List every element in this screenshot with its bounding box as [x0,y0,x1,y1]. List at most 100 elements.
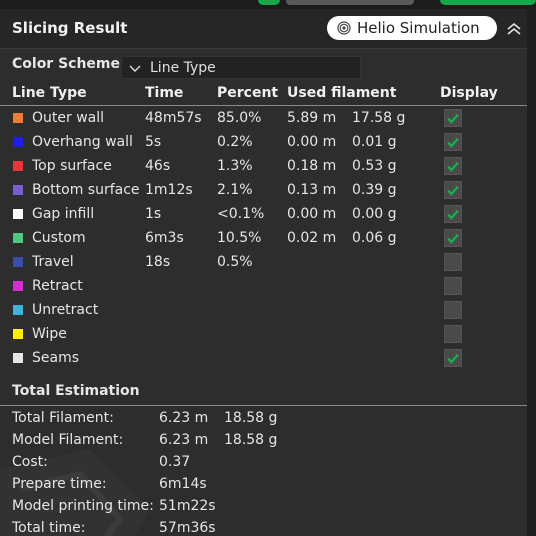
estimation-value: 6.23 m [159,410,209,426]
double-chevron-up-icon[interactable] [504,19,524,39]
table-row: Top surface 46s 1.3% 0.18 m 0.53 g [0,154,527,178]
checkmark-icon [447,185,459,196]
estimation-label: Total time: [12,520,86,536]
column-line-type: Line Type [12,85,87,101]
checkmark-icon [447,209,459,220]
line-type-length: 5.89 m [287,110,337,126]
display-checkbox[interactable] [444,277,462,295]
color-scheme-value: Line Type [150,59,216,76]
estimation-row: Total time: 57m36s [0,518,527,536]
line-type-percent: 2.1% [217,182,253,198]
line-type-percent: 1.3% [217,158,253,174]
table-row: Bottom surface 1m12s 2.1% 0.13 m 0.39 g [0,178,527,202]
table-row: Unretract [0,298,527,322]
line-type-length: 0.00 m [287,134,337,150]
line-type-name: Travel [32,254,74,270]
toolbar-tab-green-right[interactable] [440,0,536,5]
line-type-weight: 0.00 g [352,206,397,222]
table-row: Outer wall 48m57s 85.0% 5.89 m 17.58 g [0,106,527,130]
line-type-weight: 0.39 g [352,182,397,198]
line-type-percent: 10.5% [217,230,262,246]
line-type-time: 6m3s [145,230,184,246]
display-checkbox[interactable] [444,301,462,319]
line-type-percent: 0.2% [217,134,253,150]
divider [0,405,527,406]
table-row: Wipe [0,322,527,346]
line-type-name: Outer wall [32,110,105,126]
line-type-color-swatch [13,161,23,171]
line-type-time: 46s [145,158,171,174]
estimation-label: Cost: [12,454,48,470]
line-type-color-swatch [13,257,23,267]
estimation-row: Total Filament: 6.23 m 18.58 g [0,408,527,430]
estimation-row: Prepare time: 6m14s [0,474,527,496]
checkmark-icon [447,233,459,244]
column-time: Time [145,85,184,101]
line-type-color-swatch [13,281,23,291]
toolbar-tab-grey[interactable] [286,0,414,5]
line-type-time: 5s [145,134,162,150]
line-type-time: 18s [145,254,171,270]
line-type-color-swatch [13,209,23,219]
display-checkbox[interactable] [444,205,462,223]
line-type-percent: 0.5% [217,254,253,270]
line-type-weight: 0.53 g [352,158,397,174]
line-type-color-swatch [13,185,23,195]
display-checkbox[interactable] [444,109,462,127]
display-checkbox[interactable] [444,181,462,199]
column-display: Display [440,85,498,101]
checkmark-icon [447,353,459,364]
checkmark-icon [447,161,459,172]
line-type-weight: 17.58 g [352,110,406,126]
estimation-value: 6.23 m [159,432,209,448]
line-type-color-swatch [13,305,23,315]
slicing-result-panel: Slicing Result Helio Simulation Color Sc… [0,9,527,536]
display-checkbox[interactable] [444,133,462,151]
scrollbar[interactable] [527,9,536,536]
top-toolbar-strip [0,0,536,9]
line-type-name: Bottom surface [32,182,140,198]
line-type-percent: 85.0% [217,110,262,126]
line-type-name: Top surface [32,158,112,174]
helio-simulation-label: Helio Simulation [357,19,480,37]
display-checkbox[interactable] [444,349,462,367]
estimation-value: 6m14s [159,476,207,492]
table-row: Retract [0,274,527,298]
line-type-length: 0.13 m [287,182,337,198]
line-type-time: 48m57s [145,110,202,126]
estimation-label: Total Filament: [12,410,114,426]
line-type-time: 1m12s [145,182,193,198]
line-type-length: 0.00 m [287,206,337,222]
display-checkbox[interactable] [444,325,462,343]
line-type-name: Gap infill [32,206,95,222]
chevron-down-icon [129,65,141,72]
line-type-table: Outer wall 48m57s 85.0% 5.89 m 17.58 g O… [0,106,527,370]
line-type-name: Wipe [32,326,67,342]
estimation-row: Model Filament: 6.23 m 18.58 g [0,430,527,452]
display-checkbox[interactable] [444,229,462,247]
helio-simulation-button[interactable]: Helio Simulation [327,16,497,40]
line-type-color-swatch [13,329,23,339]
estimation-label: Model printing time: [12,498,154,514]
line-type-color-swatch [13,353,23,363]
estimation-value: 0.37 [159,454,191,470]
line-type-length: 0.02 m [287,230,337,246]
column-used-filament: Used filament [287,85,397,101]
line-type-name: Unretract [32,302,99,318]
display-checkbox[interactable] [444,157,462,175]
display-checkbox[interactable] [444,253,462,271]
panel-header: Slicing Result Helio Simulation [0,9,527,49]
table-row: Overhang wall 5s 0.2% 0.00 m 0.01 g [0,130,527,154]
total-estimation-list: Total Filament: 6.23 m 18.58 g Model Fila… [0,408,527,536]
estimation-label: Prepare time: [12,476,107,492]
line-type-time: 1s [145,206,162,222]
toolbar-tab-green[interactable] [258,0,280,5]
estimation-row: Model printing time: 51m22s [0,496,527,518]
line-type-color-swatch [13,113,23,123]
estimation-extra: 18.58 g [224,432,278,448]
table-row: Gap infill 1s <0.1% 0.00 m 0.00 g [0,202,527,226]
estimation-value: 51m22s [159,498,216,514]
color-scheme-dropdown[interactable]: Line Type [121,56,361,79]
table-row: Travel 18s 0.5% [0,250,527,274]
line-type-color-swatch [13,233,23,243]
